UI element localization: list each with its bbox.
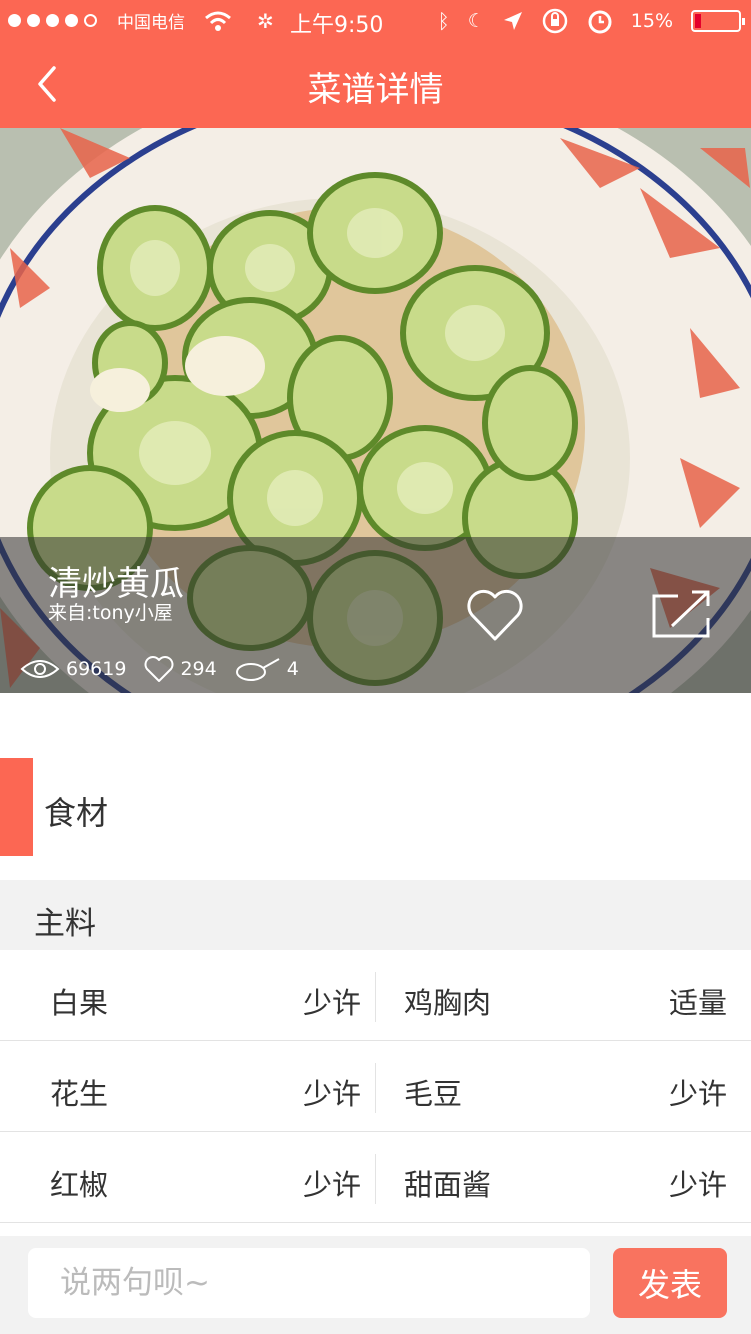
ingredient-name: 毛豆 (404, 1077, 463, 1111)
ingredient-name: 白果 (50, 986, 109, 1020)
alarm-icon (588, 10, 612, 34)
page-title: 菜谱详情 (307, 70, 444, 110)
likes-count: 294 (180, 658, 217, 680)
comment-input[interactable] (28, 1248, 590, 1318)
ingredient-name: 鸡胸肉 (404, 986, 492, 1020)
ingredient-qty: 少许 (668, 1077, 727, 1111)
ingredient-qty: 少许 (302, 986, 361, 1020)
ingredient-name: 甜面酱 (404, 1168, 492, 1202)
dish-stats: 69619 294 4 (20, 655, 317, 683)
location-icon (503, 12, 522, 30)
wifi-icon (205, 11, 231, 31)
ingredient-qty: 少许 (302, 1168, 361, 1202)
status-bar: 中国电信 ✲ 上午9:50 ᛒ ☾ 15% (0, 0, 751, 40)
share-icon[interactable] (650, 588, 712, 640)
signal-dot (8, 14, 21, 27)
post-comment-button[interactable]: 发表 (613, 1248, 727, 1318)
ingredient-name: 红椒 (50, 1168, 109, 1202)
carrier-name: 中国电信 (117, 13, 185, 33)
likes-stat: 294 (144, 655, 217, 683)
rotation-lock-icon (542, 8, 568, 34)
ingredient-row: 红椒 少许 甜面酱 少许 (0, 1132, 751, 1223)
dish-source: 来自:tony小屋 (48, 602, 173, 624)
cooked-count: 4 (286, 658, 299, 680)
ingredient-row: 花生 少许 毛豆 少许 (0, 1041, 751, 1132)
signal-dot (27, 14, 40, 27)
heart-outline-icon[interactable] (465, 585, 525, 645)
comment-bar: 发表 (0, 1236, 751, 1334)
ingredient-cell: 鸡胸肉 适量 (376, 950, 751, 1040)
ingredient-name: 花生 (50, 1077, 109, 1111)
heart-icon (144, 656, 174, 682)
bluetooth-icon: ᛒ (437, 9, 450, 33)
section-accent-bar (0, 758, 33, 856)
section-title: 食材 (44, 794, 109, 832)
views-count: 69619 (66, 658, 127, 680)
ingredient-cell: 毛豆 少许 (376, 1041, 751, 1131)
ingredient-cell: 红椒 少许 (0, 1132, 375, 1222)
group-title: 主料 (34, 906, 96, 942)
ingredient-qty: 少许 (302, 1077, 361, 1111)
cooked-stat: 4 (235, 655, 299, 683)
ingredient-qty: 少许 (668, 1168, 727, 1202)
ingredient-row: 白果 少许 鸡胸肉 适量 (0, 950, 751, 1041)
ingredients-section-header: 食材 (0, 758, 751, 856)
moon-icon: ☾ (467, 10, 485, 32)
signal-dot (46, 14, 59, 27)
nav-bar: 菜谱详情 (0, 40, 751, 128)
battery-percent: 15% (630, 10, 673, 32)
eye-icon (20, 660, 60, 678)
ingredient-cell: 白果 少许 (0, 950, 375, 1040)
signal-dot (84, 14, 97, 27)
ingredient-qty: 适量 (668, 986, 727, 1020)
ingredient-cell: 甜面酱 少许 (376, 1132, 751, 1222)
ingredient-table: 白果 少许 鸡胸肉 适量 花生 少许 毛豆 少许 红椒 少许 甜面酱 少许 (0, 950, 751, 1223)
pan-icon (235, 658, 280, 681)
battery-icon (691, 10, 745, 32)
status-time: 上午9:50 (290, 13, 384, 38)
signal-strength: 中国电信 ✲ (8, 8, 274, 33)
ingredient-cell: 花生 少许 (0, 1041, 375, 1131)
signal-dot (65, 14, 78, 27)
activity-icon: ✲ (257, 8, 274, 33)
views-stat: 69619 (20, 657, 126, 681)
ingredient-group-header: 主料 (0, 880, 751, 950)
